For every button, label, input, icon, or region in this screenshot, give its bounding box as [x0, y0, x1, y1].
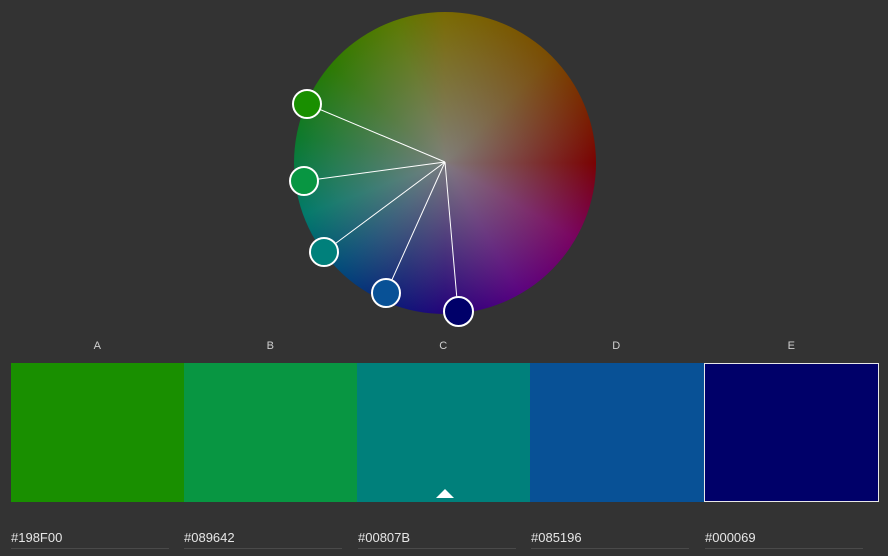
wheel-handle-b[interactable]: [289, 166, 319, 196]
swatch-b[interactable]: [184, 363, 357, 502]
swatch-e[interactable]: [704, 363, 879, 502]
hex-value-c[interactable]: #00807B: [358, 530, 516, 549]
connector-line-d: [385, 161, 446, 294]
swatch-a[interactable]: [11, 363, 184, 502]
swatch-c[interactable]: [357, 363, 530, 502]
swatch-d[interactable]: [530, 363, 704, 502]
swatch-label-e: E: [787, 340, 796, 352]
connector-line-e: [444, 161, 459, 312]
color-wheel-area: [0, 0, 888, 340]
hex-value-d[interactable]: #085196: [531, 530, 689, 549]
wheel-connector-lines: [303, 103, 459, 312]
selected-swatch-indicator-icon: [436, 489, 454, 498]
swatch-label-c: C: [439, 340, 448, 352]
wheel-handle-e[interactable]: [443, 296, 474, 327]
hex-value-b[interactable]: #089642: [184, 530, 342, 549]
hex-value-a[interactable]: #198F00: [11, 530, 169, 549]
connector-line-a: [306, 103, 446, 163]
wheel-handle-d[interactable]: [371, 278, 401, 308]
swatch-label-d: D: [612, 340, 621, 352]
wheel-handle-a[interactable]: [292, 89, 322, 119]
swatch-label-b: B: [266, 340, 275, 352]
swatch-label-a: A: [93, 340, 102, 352]
wheel-handle-c[interactable]: [309, 237, 339, 267]
hex-value-e[interactable]: #000069: [705, 530, 863, 549]
